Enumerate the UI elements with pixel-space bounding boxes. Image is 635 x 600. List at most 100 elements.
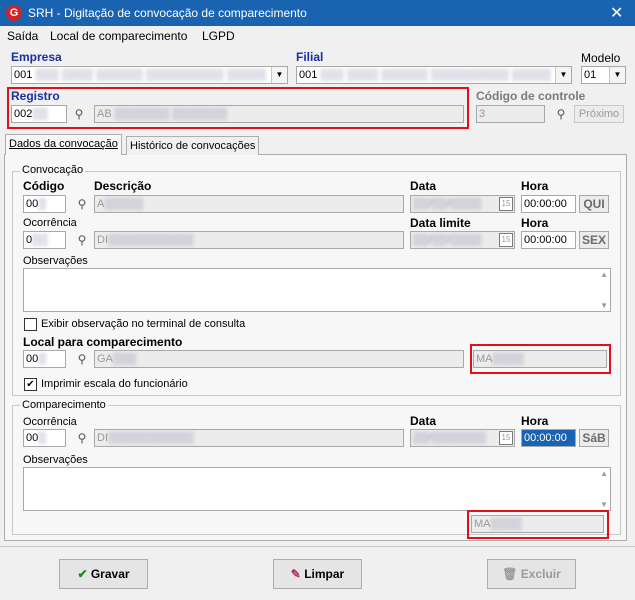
comp-dia-semana-badge: SáB [579, 429, 609, 447]
ocorrencia-input[interactable]: 0▒▒ [23, 231, 66, 249]
registro-descricao: AB ▒▒▒▒▒▒▒ ▒▒▒▒▒▒▒ [94, 105, 464, 123]
registro-value: 002 [14, 108, 33, 120]
comp-hora-input[interactable]: 00:00:00 [521, 429, 576, 447]
local-value: 00 [26, 353, 39, 365]
convocacao-group-title: Convocação [20, 164, 86, 176]
local-extra-redacted: ▒▒▒▒ [492, 353, 524, 365]
data-input[interactable]: ▒▒/▒▒/▒▒▒▒ 15 [410, 195, 515, 213]
comp-observacoes-label: Observações [23, 454, 88, 466]
filial-combo[interactable]: 001 ▒▒▒ ▒▒▒▒ ▒▒▒▒▒▒ ▒▒▒▒▒▒▒▒▒▒ ▒▒▒▒▒ ▼ [296, 66, 572, 84]
local-extra-field: MA▒▒▒▒ [473, 350, 607, 368]
checkmark-icon: ✔ [77, 567, 88, 581]
comp-ocorrencia-desc-redacted: ▒▒▒▒▒▒▒▒▒▒▒ [108, 432, 194, 444]
tab-dados-label: Dados da convocação [9, 138, 118, 150]
menu-lgpd[interactable]: LGPD [202, 29, 235, 43]
menu-saida[interactable]: Saída [7, 29, 38, 43]
binoculars-icon[interactable]: ⚲ [74, 430, 90, 446]
calendar-icon[interactable]: 15 [499, 431, 513, 445]
exibir-label: Exibir observação no terminal de consult… [41, 318, 246, 330]
modelo-value: 01 [584, 69, 597, 81]
hora2-label: Hora [521, 216, 549, 230]
calendar-icon[interactable]: 15 [499, 197, 513, 211]
imprimir-label: Imprimir escala do funcionário [41, 378, 188, 390]
codigo-value: 00 [26, 198, 39, 210]
local-label: Local para comparecimento [23, 335, 183, 349]
comp-ocorrencia-redacted: ▒ [38, 432, 47, 444]
dia-semana-badge: QUI [579, 195, 609, 213]
codigo-redacted: ▒ [38, 198, 47, 210]
trash-icon: 🗑 [502, 567, 518, 581]
ocorrencia-label: Ocorrência [23, 217, 77, 229]
registro-desc-redacted: ▒▒▒▒▒▒▒ ▒▒▒▒▒▒▒ [111, 108, 227, 120]
gravar-button[interactable]: ✔ Gravar [59, 559, 148, 589]
observacoes-textarea[interactable]: ▲ ▼ [23, 268, 611, 312]
tab-historico-label: Histórico de convocações [130, 140, 256, 152]
ocorrencia-redacted: ▒▒ [32, 234, 48, 246]
imprimir-checkbox[interactable]: ✔ [24, 378, 37, 391]
hora-input[interactable]: 00:00:00 [521, 195, 576, 213]
descricao-field: A▒▒▒▒▒ [94, 195, 404, 213]
local-desc-value: GA [97, 353, 113, 365]
menu-local-comparecimento[interactable]: Local de comparecimento [50, 29, 187, 43]
comp-extra-value: MA [474, 518, 491, 530]
exibir-checkbox[interactable] [24, 318, 37, 331]
chevron-down-icon[interactable]: ▼ [271, 67, 287, 83]
scroll-up-icon[interactable]: ▲ [600, 270, 608, 279]
local-extra-value: MA [476, 353, 493, 365]
descricao-redacted: ▒▒▒▒▒ [104, 198, 144, 210]
gravar-label: Gravar [90, 567, 130, 581]
registro-redacted: ▒▒ [32, 108, 48, 120]
data-limite-input[interactable]: ▒▒/▒▒/▒▒▒▒ 15 [410, 231, 515, 249]
proximo-button: Próximo [574, 105, 624, 123]
excluir-label: Excluir [520, 567, 561, 581]
binoculars-icon: ⚲ [556, 107, 566, 121]
empresa-combo[interactable]: 001 ▒▒▒ ▒▒▒▒ ▒▒▒▒▒▒ ▒▒▒▒▒▒▒▒▒▒ ▒▒▒▒▒ ▼ [11, 66, 288, 84]
limpar-label: Limpar [304, 567, 345, 581]
registro-input[interactable]: 002▒▒ [11, 105, 67, 123]
excluir-button: 🗑 Excluir [487, 559, 576, 589]
binoculars-icon[interactable]: ⚲ [71, 106, 87, 122]
comp-hora-label: Hora [521, 414, 549, 428]
calendar-icon[interactable]: 15 [499, 233, 513, 247]
descricao-label: Descrição [94, 179, 152, 193]
codigo-controle-input: 3 [476, 105, 545, 123]
comp-ocorrencia-input[interactable]: 00▒ [23, 429, 66, 447]
window-title: SRH - Digitação de convocação de compare… [28, 6, 307, 20]
binoculars-icon[interactable]: ⚲ [74, 351, 90, 367]
modelo-combo[interactable]: 01 ▼ [581, 66, 626, 84]
ocorrencia-descricao: DI▒▒▒▒▒▒▒▒▒▒▒ [94, 231, 404, 249]
local-desc-redacted: ▒▒▒ [112, 353, 137, 365]
codigo-label: Código [23, 179, 65, 193]
tab-dados-convocacao[interactable]: Dados da convocação [5, 134, 122, 156]
comp-extra-redacted: ▒▒▒▒ [490, 518, 522, 530]
ocorrencia-desc-value: DI [97, 234, 108, 246]
hora2-input[interactable]: 00:00:00 [521, 231, 576, 249]
chevron-down-icon[interactable]: ▼ [555, 67, 571, 83]
codigo-input[interactable]: 00▒ [23, 195, 66, 213]
comp-ocorrencia-value: 00 [26, 432, 39, 444]
ocorrencia-desc-redacted: ▒▒▒▒▒▒▒▒▒▒▒ [108, 234, 194, 246]
comp-data-input[interactable]: ▒▒/▒▒▒▒▒▒▒ 15 [410, 429, 515, 447]
modelo-label: Modelo [581, 51, 621, 65]
menu-bar: Saída Local de comparecimento LGPD [0, 26, 635, 45]
comp-extra-field: MA▒▒▒▒ [471, 515, 604, 533]
filial-name-redacted: ▒▒▒ ▒▒▒▒ ▒▒▒▒▒▒ ▒▒▒▒▒▒▒▒▒▒ ▒▒▒▒▒ [320, 69, 551, 81]
binoculars-icon[interactable]: ⚲ [74, 196, 90, 212]
chevron-down-icon[interactable]: ▼ [609, 67, 625, 83]
scroll-up-icon[interactable]: ▲ [600, 469, 608, 478]
scroll-down-icon[interactable]: ▼ [600, 500, 608, 509]
limpar-button[interactable]: ✎ Limpar [273, 559, 362, 589]
comp-observacoes-textarea[interactable]: ▲ ▼ [23, 467, 611, 511]
registro-desc-value: AB [97, 108, 112, 120]
close-icon[interactable]: ✕ [610, 3, 623, 23]
dia-semana2-badge: SEX [579, 231, 609, 249]
scroll-down-icon[interactable]: ▼ [600, 301, 608, 310]
tab-historico[interactable]: Histórico de convocações [126, 136, 260, 156]
data-redacted: ▒▒/▒▒/▒▒▒▒ [413, 198, 482, 210]
comp-ocorrencia-descricao: DI▒▒▒▒▒▒▒▒▒▒▒ [94, 429, 404, 447]
empresa-value: 001 [14, 69, 33, 81]
observacoes-label: Observações [23, 255, 88, 267]
local-input[interactable]: 00▒ [23, 350, 66, 368]
data-limite-label: Data limite [410, 216, 471, 230]
binoculars-icon[interactable]: ⚲ [74, 232, 90, 248]
